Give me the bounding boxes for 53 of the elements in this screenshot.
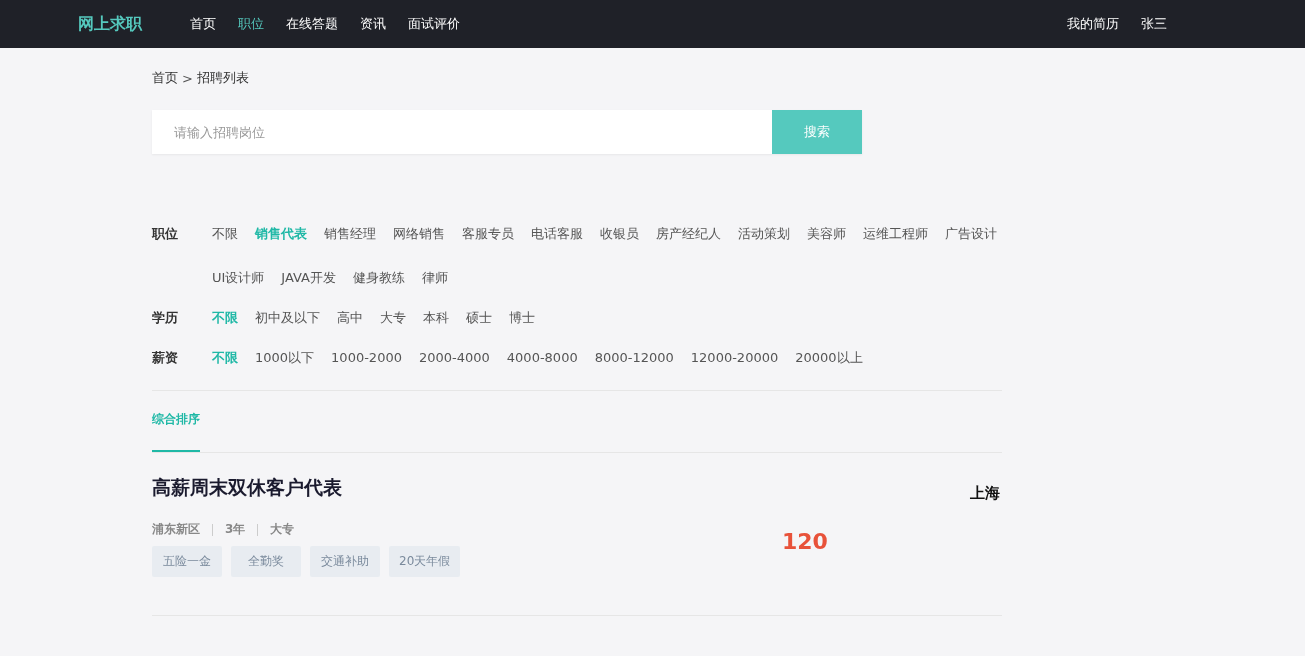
filter-option[interactable]: 广告设计 xyxy=(945,216,997,252)
nav-link[interactable]: 职位 xyxy=(238,15,264,33)
site-logo[interactable]: 网上求职 xyxy=(78,13,142,35)
filter-option[interactable]: 硕士 xyxy=(466,300,492,336)
filter-option[interactable]: 美容师 xyxy=(807,216,846,252)
filter-option[interactable]: UI设计师 xyxy=(212,260,265,296)
nav-link[interactable]: 张三 xyxy=(1141,15,1167,33)
nav-link[interactable]: 面试评价 xyxy=(408,15,460,33)
job-meta: 3年 xyxy=(225,521,246,538)
job-meta: 浦东新区 xyxy=(152,521,200,538)
filter-option[interactable]: 电话客服 xyxy=(531,216,583,252)
filter-option[interactable]: 高中 xyxy=(337,300,363,336)
filter-option[interactable]: 运维工程师 xyxy=(863,216,928,252)
filter-option[interactable]: 网络销售 xyxy=(393,216,445,252)
filter-option[interactable]: 客服专员 xyxy=(462,216,514,252)
search-field[interactable]: 请输入招聘岗位 xyxy=(152,110,772,154)
benefit-tag: 五险一金 xyxy=(152,546,222,577)
filter-option[interactable]: 本科 xyxy=(423,300,449,336)
filter-option[interactable]: 8000-12000 xyxy=(594,340,674,376)
filter-option[interactable]: 健身教练 xyxy=(353,260,405,296)
filter-option[interactable]: 12000-20000 xyxy=(690,340,779,376)
filter-label: 学历 xyxy=(152,309,179,327)
filter-label: 薪资 xyxy=(152,349,179,367)
nav-link[interactable]: 在线答题 xyxy=(286,15,338,33)
filter-option[interactable]: 活动策划 xyxy=(738,216,790,252)
filter-option[interactable]: 博士 xyxy=(509,300,535,336)
filter-option[interactable]: 20000以上 xyxy=(795,340,863,376)
breadcrumb-link[interactable]: 首页 xyxy=(152,69,178,87)
filter-option[interactable]: 1000-2000 xyxy=(331,340,402,376)
benefit-tag: 交通补助 xyxy=(310,546,380,577)
filter-option[interactable]: 初中及以下 xyxy=(255,300,320,336)
filter-option[interactable]: JAVA开发 xyxy=(281,260,336,296)
filter-option[interactable]: 销售经理 xyxy=(324,216,376,252)
breadcrumb-separator: > xyxy=(182,70,193,86)
filter-option[interactable]: 1000以下 xyxy=(255,340,315,376)
job-meta: 大专 xyxy=(270,521,295,538)
filter-option[interactable]: 大专 xyxy=(380,300,406,336)
filter-option[interactable]: 律师 xyxy=(422,260,448,296)
job-salary: 120 xyxy=(782,529,828,554)
nav-link[interactable]: 首页 xyxy=(190,15,216,33)
nav-link[interactable]: 我的简历 xyxy=(1067,15,1119,33)
filter-option[interactable]: 不限 xyxy=(212,216,238,252)
filter-option[interactable]: 收银员 xyxy=(600,216,639,252)
benefit-tag: 全勤奖 xyxy=(231,546,301,577)
filter-option[interactable]: 2000-4000 xyxy=(418,340,490,376)
job-title[interactable]: 高薪周末双休客户代表 xyxy=(152,475,342,501)
filter-option[interactable]: 房产经纪人 xyxy=(656,216,721,252)
nav-link[interactable]: 资讯 xyxy=(360,15,386,33)
job-city: 上海 xyxy=(970,484,1000,503)
filter-label: 职位 xyxy=(152,225,179,243)
filter-option[interactable]: 4000-8000 xyxy=(506,340,578,376)
benefit-tag: 20天年假 xyxy=(389,546,461,577)
breadcrumb-link[interactable]: 招聘列表 xyxy=(196,69,249,87)
